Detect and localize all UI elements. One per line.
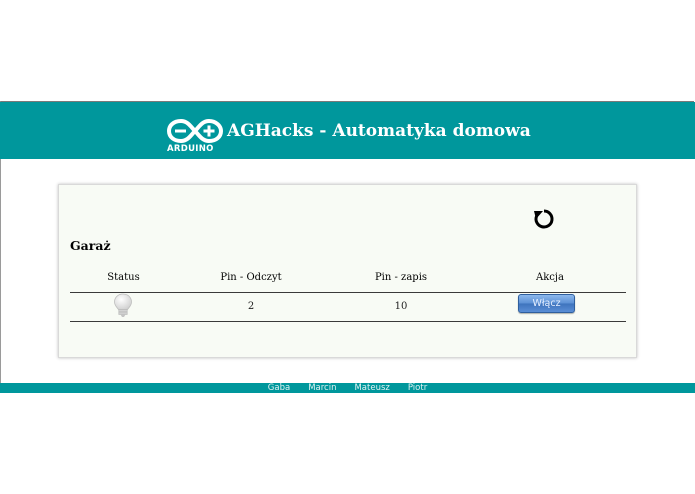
app-title: AGHacks - Automatyka domowa <box>227 121 531 141</box>
lightbulb-off-icon <box>114 293 132 317</box>
refresh-icon[interactable] <box>532 207 556 231</box>
column-header-action: Akcja <box>536 272 564 283</box>
column-header-status: Status <box>107 272 140 283</box>
footer-link-marcin[interactable]: Marcin <box>308 382 336 394</box>
footer-link-mateusz[interactable]: Mateusz <box>354 382 389 394</box>
table-header-divider <box>70 292 626 293</box>
pin-read-value: 2 <box>247 301 255 312</box>
footer-link-piotr[interactable]: Piotr <box>408 382 427 394</box>
column-header-pin-write: Pin - zapis <box>374 272 428 283</box>
toggle-on-button[interactable]: Włącz <box>518 294 575 313</box>
footer-links: Gaba Marcin Mateusz Piotr <box>0 382 695 394</box>
section-title: Garaż <box>70 238 111 253</box>
footer-link-gaba[interactable]: Gaba <box>268 382 290 394</box>
table-row-divider <box>70 321 626 322</box>
column-header-pin-read: Pin - Odczyt <box>220 272 282 283</box>
arduino-logo-text: ARDUINO <box>167 144 214 154</box>
pin-write-value: 10 <box>394 301 408 312</box>
